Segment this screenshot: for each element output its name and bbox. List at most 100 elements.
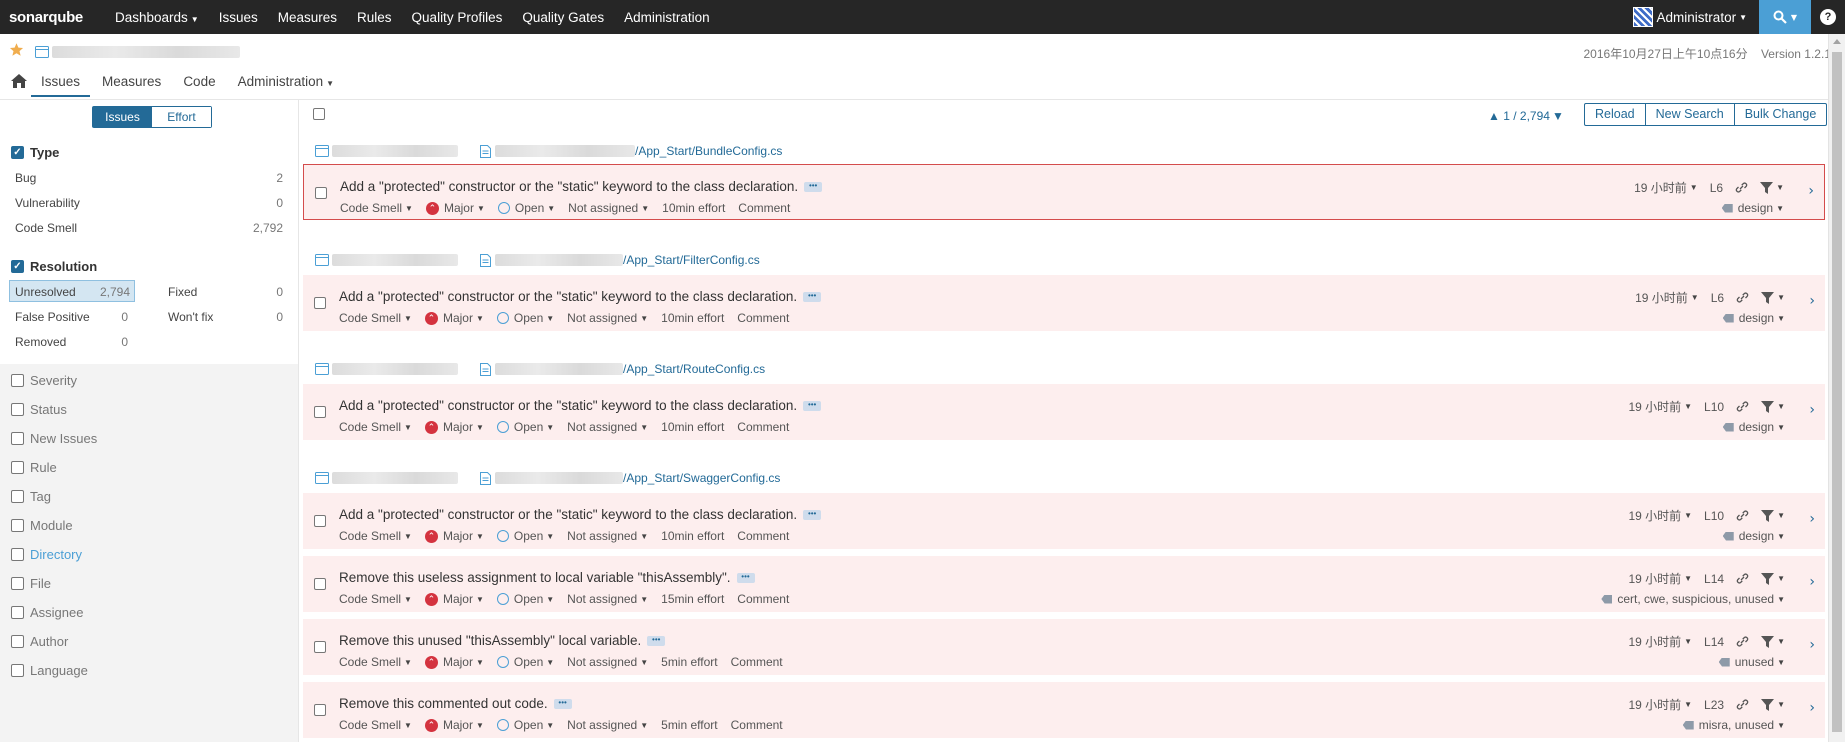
issue-assignee[interactable]: Not assigned ▼ [567, 718, 648, 732]
file-path[interactable]: /App_Start/BundleConfig.cs [635, 144, 782, 158]
filter-icon[interactable]: ▼ [1761, 572, 1785, 585]
facet-type[interactable]: ✓ Type [11, 145, 59, 160]
issue-item[interactable]: Remove this unused "thisAssembly" local … [303, 619, 1825, 675]
issue-comment[interactable]: Comment [731, 655, 783, 669]
issue-tags[interactable]: design ▼ [1722, 311, 1785, 325]
issue-severity[interactable]: ⌃ Major ▼ [425, 201, 485, 215]
more-dots-icon[interactable]: ••• [803, 292, 822, 303]
issue-severity[interactable]: ⌃ Major ▼ [424, 420, 484, 434]
issue-comment[interactable]: Comment [737, 529, 789, 543]
issue-item[interactable]: Remove this commented out code. ••• Code S… [303, 682, 1825, 738]
link-icon[interactable] [1736, 572, 1749, 585]
issue-line[interactable]: L6 [1710, 181, 1723, 195]
chevron-right-icon[interactable]: › [1808, 183, 1814, 199]
nav-measures[interactable]: Measures [268, 10, 347, 25]
issue-line[interactable]: L10 [1704, 400, 1724, 414]
filter-icon[interactable]: ▼ [1761, 400, 1785, 413]
resolution-removed[interactable]: Removed [15, 335, 66, 349]
facet-directory[interactable]: Directory [11, 547, 82, 562]
issue-assignee[interactable]: Not assigned ▼ [567, 529, 648, 543]
file-path[interactable]: /App_Start/RouteConfig.cs [623, 362, 765, 376]
scrollbar-thumb[interactable] [1832, 52, 1842, 732]
link-icon[interactable] [1736, 400, 1749, 413]
facet-resolution[interactable]: ✓ Resolution [11, 259, 97, 274]
issue-assignee[interactable]: Not assigned ▼ [567, 420, 648, 434]
filter-icon[interactable]: ▼ [1761, 635, 1785, 648]
chevron-right-icon[interactable]: › [1809, 402, 1815, 418]
issue-item[interactable]: Add a "protected" constructor or the "st… [303, 493, 1825, 549]
arrow-down-icon[interactable]: ▼ [1552, 109, 1564, 123]
vertical-scrollbar[interactable] [1828, 34, 1845, 742]
issue-age[interactable]: 19 小时前 ▼ [1628, 696, 1692, 713]
issue-comment[interactable]: Comment [737, 311, 789, 325]
facet-file[interactable]: File [11, 576, 51, 591]
issue-paging[interactable]: ▲ 1 / 2,794 ▼ [1488, 109, 1564, 123]
facet-module[interactable]: Module [11, 518, 73, 533]
issue-age[interactable]: 19 小时前 ▼ [1628, 633, 1692, 650]
issue-checkbox[interactable] [314, 578, 326, 590]
nav-issues[interactable]: Issues [209, 10, 268, 25]
facet-status[interactable]: Status [11, 402, 67, 417]
issue-age[interactable]: 19 小时前 ▼ [1635, 289, 1699, 306]
select-all-checkbox[interactable] [313, 108, 325, 120]
issue-assignee[interactable]: Not assigned ▼ [567, 655, 648, 669]
type-code-smell[interactable]: Code Smell [15, 221, 77, 235]
arrow-up-icon[interactable]: ▲ [1488, 109, 1500, 123]
tab-code[interactable]: Code [173, 72, 225, 95]
issue-type[interactable]: Code Smell ▼ [339, 718, 412, 732]
issue-message[interactable]: Add a "protected" constructor or the "st… [339, 289, 822, 304]
link-icon[interactable] [1736, 698, 1749, 711]
issue-item[interactable]: Add a "protected" constructor or the "st… [303, 164, 1825, 220]
facet-author[interactable]: Author [11, 634, 68, 649]
chevron-right-icon[interactable]: › [1809, 637, 1815, 653]
issue-severity[interactable]: ⌃ Major ▼ [424, 718, 484, 732]
issue-age[interactable]: 19 小时前 ▼ [1628, 570, 1692, 587]
issue-message[interactable]: Add a "protected" constructor or the "st… [339, 507, 822, 522]
filter-icon[interactable]: ▼ [1761, 509, 1785, 522]
issue-status[interactable]: Open ▼ [496, 420, 554, 434]
issue-checkbox[interactable] [315, 187, 327, 199]
file-header[interactable]: /App_Start/BundleConfig.cs [315, 142, 782, 160]
issue-severity[interactable]: ⌃ Major ▼ [424, 655, 484, 669]
facet-language[interactable]: Language [11, 663, 88, 678]
chevron-right-icon[interactable]: › [1809, 700, 1815, 716]
reload-button[interactable]: Reload [1584, 103, 1646, 126]
issue-comment[interactable]: Comment [738, 201, 790, 215]
link-icon[interactable] [1736, 509, 1749, 522]
issue-assignee[interactable]: Not assigned ▼ [567, 592, 648, 606]
nav-quality-profiles[interactable]: Quality Profiles [402, 10, 513, 25]
link-icon[interactable] [1736, 291, 1749, 304]
file-path[interactable]: /App_Start/FilterConfig.cs [623, 253, 760, 267]
issue-status[interactable]: Open ▼ [496, 311, 554, 325]
facet-severity[interactable]: Severity [11, 373, 77, 388]
issue-checkbox[interactable] [314, 704, 326, 716]
resolution-wont-fix[interactable]: Won't fix [168, 310, 213, 324]
help-button[interactable]: ? [1811, 0, 1845, 34]
issue-tags[interactable]: design ▼ [1721, 201, 1784, 215]
link-icon[interactable] [1736, 635, 1749, 648]
issue-assignee[interactable]: Not assigned ▼ [567, 311, 648, 325]
more-dots-icon[interactable]: ••• [647, 636, 666, 647]
facet-rule[interactable]: Rule [11, 460, 57, 475]
issue-message[interactable]: Remove this unused "thisAssembly" local … [339, 633, 666, 648]
issue-item[interactable]: Remove this useless assignment to local … [303, 556, 1825, 612]
issue-type[interactable]: Code Smell ▼ [339, 592, 412, 606]
resolution-fixed[interactable]: Fixed [168, 285, 197, 299]
issue-status[interactable]: Open ▼ [496, 718, 554, 732]
favorite-star-icon[interactable] [9, 42, 24, 57]
issue-tags[interactable]: design ▼ [1722, 529, 1785, 543]
tab-measures[interactable]: Measures [92, 72, 171, 95]
bulk-change-button[interactable]: Bulk Change [1733, 103, 1828, 126]
file-header[interactable]: /App_Start/SwaggerConfig.cs [315, 469, 780, 487]
more-dots-icon[interactable]: ••• [553, 699, 572, 710]
more-dots-icon[interactable]: ••• [803, 401, 822, 412]
issue-checkbox[interactable] [314, 515, 326, 527]
issue-line[interactable]: L6 [1711, 291, 1724, 305]
file-path[interactable]: /App_Start/SwaggerConfig.cs [623, 471, 780, 485]
issue-type[interactable]: Code Smell ▼ [339, 529, 412, 543]
issue-status[interactable]: Open ▼ [496, 529, 554, 543]
issue-tags[interactable]: unused ▼ [1718, 655, 1785, 669]
more-dots-icon[interactable]: ••• [804, 182, 823, 193]
issue-line[interactable]: L14 [1704, 635, 1724, 649]
issue-tags[interactable]: cert, cwe, suspicious, unused ▼ [1601, 592, 1785, 606]
